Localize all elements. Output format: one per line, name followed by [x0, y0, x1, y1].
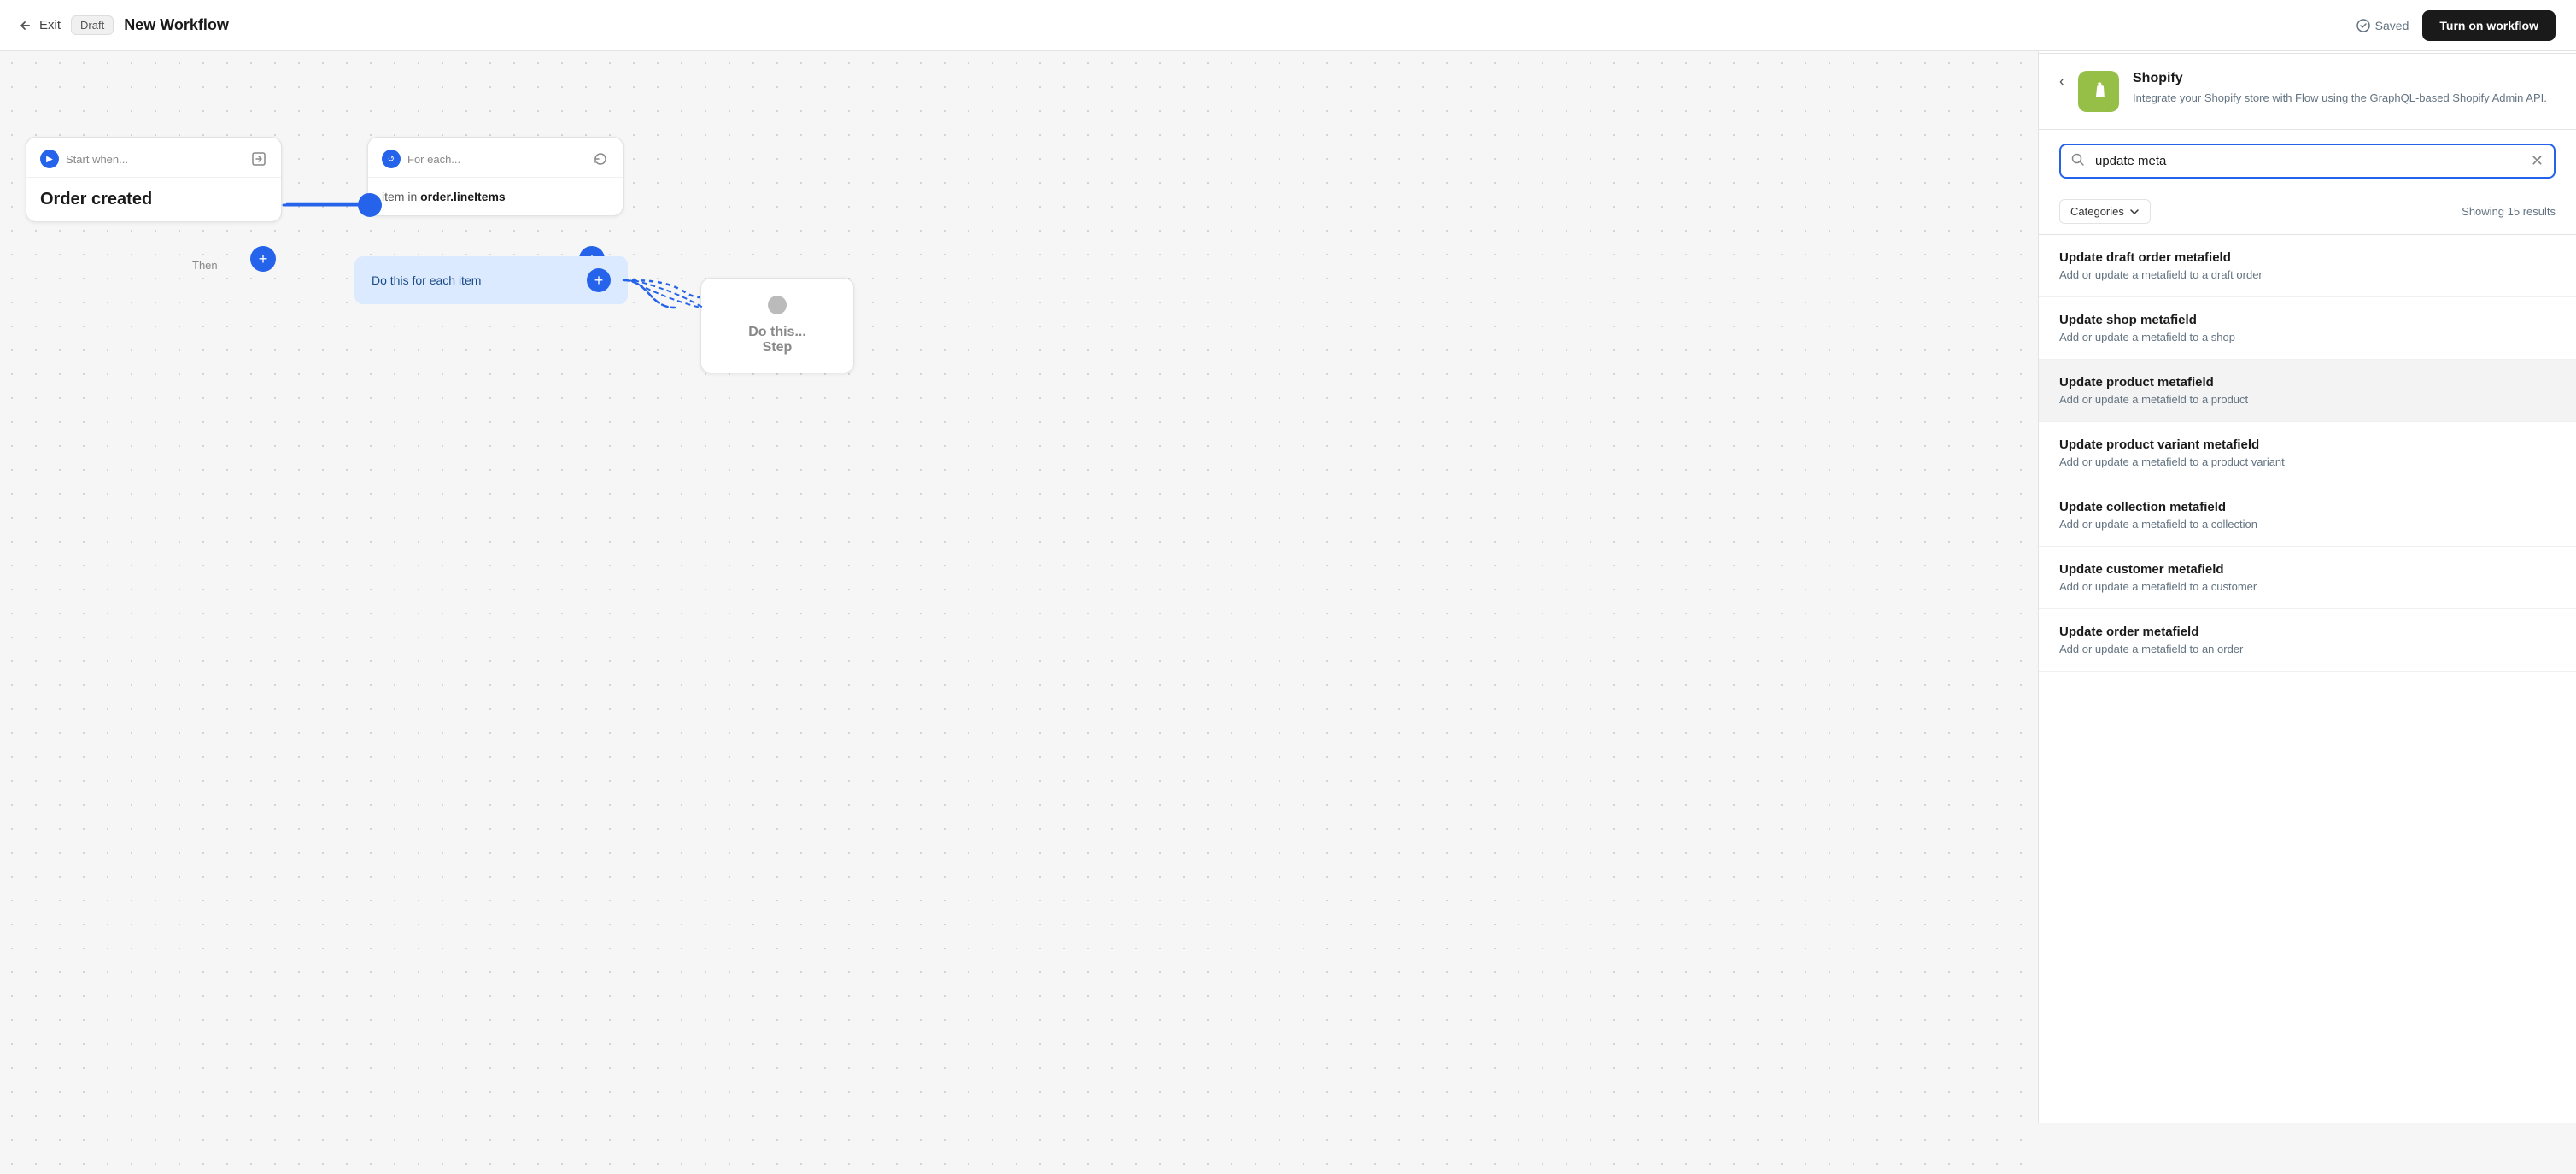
- trigger-icon: ▶: [40, 150, 59, 168]
- add-foreach-item-button[interactable]: +: [587, 268, 611, 292]
- result-title: Update product variant metafield: [2059, 437, 2556, 452]
- topbar-left: Exit Draft New Workflow: [20, 15, 229, 35]
- result-description: Add or update a metafield to a product v…: [2059, 455, 2556, 468]
- export-icon: [250, 150, 267, 167]
- results-count: Showing 15 results: [2462, 205, 2556, 218]
- result-title: Update collection metafield: [2059, 500, 2556, 514]
- foreach-icon: ↺: [382, 150, 401, 168]
- start-node-body: Order created: [26, 178, 281, 221]
- workflow-canvas[interactable]: ▶ Start when... Order created Then + ↺ F…: [0, 51, 2038, 1174]
- result-description: Add or update a metafield to a shop: [2059, 331, 2556, 343]
- chevron-down-icon: [2129, 207, 2140, 217]
- back-button[interactable]: ‹: [2059, 73, 2064, 91]
- draft-badge: Draft: [71, 15, 114, 35]
- check-circle-icon: [2356, 19, 2370, 32]
- foreach-bar-label: Do this for each item: [372, 273, 481, 287]
- magnifier-icon: [2071, 153, 2085, 167]
- start-node-header: ▶ Start when...: [26, 138, 281, 178]
- exit-icon: [20, 19, 34, 32]
- filter-bar: Categories Showing 15 results: [2039, 192, 2576, 235]
- result-title: Update order metafield: [2059, 625, 2556, 639]
- then-label-start: Then: [192, 259, 218, 272]
- connector-arrows: [0, 51, 2038, 1174]
- flow-connectors: [0, 51, 2038, 1174]
- categories-label: Categories: [2070, 205, 2124, 218]
- foreach-node-header: ↺ For each...: [368, 138, 623, 178]
- result-description: Add or update a metafield to a collectio…: [2059, 518, 2556, 531]
- step-do-this-label: Do this... Step: [748, 325, 806, 355]
- step-node: Do this... Step: [700, 278, 854, 373]
- foreach-label: For each...: [407, 153, 460, 166]
- foreach-item-label: item in: [382, 190, 420, 203]
- result-item[interactable]: Update order metafield Add or update a m…: [2039, 609, 2576, 672]
- results-list: Update draft order metafield Add or upda…: [2039, 235, 2576, 1123]
- result-title: Update product metafield: [2059, 375, 2556, 390]
- foreach-node-body: item in order.lineItems: [368, 178, 623, 215]
- result-item[interactable]: Update draft order metafield Add or upda…: [2039, 235, 2576, 297]
- exit-label: Exit: [39, 18, 61, 32]
- saved-indicator: Saved: [2356, 19, 2409, 32]
- foreach-bar: Do this for each item +: [354, 256, 628, 304]
- result-item[interactable]: Update collection metafield Add or updat…: [2039, 484, 2576, 547]
- result-description: Add or update a metafield to a product: [2059, 393, 2556, 406]
- start-node: ▶ Start when... Order created: [26, 137, 282, 222]
- result-description: Add or update a metafield to a customer: [2059, 580, 2556, 593]
- foreach-body-text: item in order.lineItems: [382, 190, 609, 203]
- result-item[interactable]: Update product metafield Add or update a…: [2039, 360, 2576, 422]
- exit-button[interactable]: Exit: [20, 18, 61, 32]
- refresh-icon: [592, 150, 609, 167]
- shopify-description: Integrate your Shopify store with Flow u…: [2133, 90, 2547, 107]
- workflow-title: New Workflow: [124, 16, 229, 34]
- shopify-header: ‹ Shopify Integrate your Shopify store w…: [2039, 54, 2576, 130]
- side-panel: Select action ✕ ‹ Shopify Integrate your…: [2038, 0, 2576, 1123]
- search-icon: [2061, 153, 2095, 170]
- turn-on-button[interactable]: Turn on workflow: [2422, 10, 2556, 41]
- search-area: ✕: [2039, 130, 2576, 192]
- step-label-text: Step: [748, 340, 806, 355]
- result-title: Update shop metafield: [2059, 313, 2556, 327]
- shopify-name: Shopify: [2133, 71, 2547, 86]
- result-description: Add or update a metafield to a draft ord…: [2059, 268, 2556, 281]
- step-circle: [768, 296, 787, 314]
- order-created-title: Order created: [40, 190, 267, 209]
- result-item[interactable]: Update shop metafield Add or update a me…: [2039, 297, 2576, 360]
- result-title: Update customer metafield: [2059, 562, 2556, 577]
- add-after-start-button[interactable]: +: [250, 246, 276, 272]
- search-input[interactable]: [2095, 145, 2520, 177]
- foreach-item-bold: order.lineItems: [420, 190, 506, 203]
- topbar: Exit Draft New Workflow Saved Turn on wo…: [0, 0, 2576, 51]
- categories-button[interactable]: Categories: [2059, 199, 2151, 224]
- shopify-logo: [2078, 71, 2119, 112]
- shopify-info: Shopify Integrate your Shopify store wit…: [2133, 71, 2547, 107]
- shopify-icon: [2087, 79, 2111, 103]
- main-area: ▶ Start when... Order created Then + ↺ F…: [0, 51, 2576, 1174]
- clear-search-button[interactable]: ✕: [2520, 152, 2554, 170]
- result-description: Add or update a metafield to an order: [2059, 643, 2556, 655]
- result-item[interactable]: Update product variant metafield Add or …: [2039, 422, 2576, 484]
- search-wrapper: ✕: [2059, 144, 2556, 179]
- start-node-label: Start when...: [66, 153, 128, 166]
- result-title: Update draft order metafield: [2059, 250, 2556, 265]
- saved-label: Saved: [2375, 19, 2409, 32]
- topbar-right: Saved Turn on workflow: [2356, 10, 2556, 41]
- result-item[interactable]: Update customer metafield Add or update …: [2039, 547, 2576, 609]
- foreach-node: ↺ For each... item in order.lineItems: [367, 137, 624, 216]
